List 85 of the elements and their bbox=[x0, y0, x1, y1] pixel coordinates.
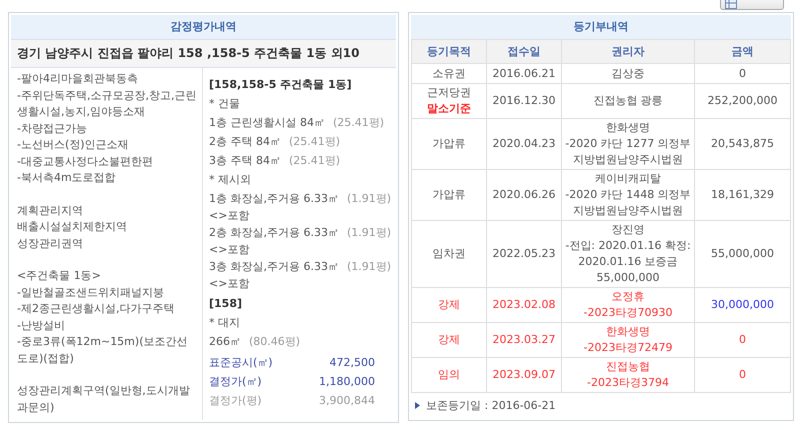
detail-text: * 대지 bbox=[209, 316, 240, 329]
table-cell: 30,000,000 bbox=[694, 288, 790, 322]
pyeong-text: (1.91평) bbox=[346, 260, 392, 273]
description-text: -중로3류(폭12m~15m)(보조간선도로)(접합) bbox=[17, 334, 188, 366]
table-cell: 55,000,000 bbox=[694, 220, 790, 288]
description-text: -노선버스(정)인근소재 bbox=[17, 137, 130, 153]
description-text: 계획관리지역 bbox=[17, 202, 84, 218]
table-cell: 근저당권 말소기준 bbox=[412, 84, 486, 118]
column-header: 접수일 bbox=[486, 40, 562, 64]
table-cell: 한화생명 -2023타경72479 bbox=[562, 322, 694, 358]
detail-text: 2층 화장실,주거용 6.33㎡ bbox=[209, 226, 339, 239]
table-cell: 20,543,875 bbox=[694, 118, 790, 170]
price-value: 3,900,844 bbox=[319, 393, 375, 409]
table-cell: 가압류 bbox=[412, 170, 486, 220]
table-cell: 0 bbox=[694, 322, 790, 358]
description-text: <주건축물 1동> bbox=[17, 268, 102, 284]
panel-header: 등기부내역 bbox=[411, 15, 791, 39]
detail-text: <>포함 bbox=[209, 209, 250, 222]
table-cell: 장진영 -전입: 2020.01.16 확정: 2020.01.16 보증금 55,000,000 bbox=[562, 220, 694, 288]
table-cell: 가압류 bbox=[412, 118, 486, 170]
column-header: 권리자 bbox=[562, 40, 694, 64]
pyeong-text: (25.41평) bbox=[289, 154, 340, 167]
footnote-text: 보존등기일 : 2016-06-21 bbox=[426, 398, 556, 413]
table-cell: 강제 bbox=[412, 288, 486, 322]
table-cell: 2022.05.23 bbox=[486, 220, 562, 288]
description-text: -차량접근가능 bbox=[17, 120, 88, 136]
description-text: 배출시설설치제한지역 bbox=[17, 219, 128, 235]
table-cell: 0 bbox=[694, 358, 790, 392]
table-cell: 진접농협 광릉 bbox=[562, 84, 694, 118]
table-cell: 소유권 bbox=[412, 64, 486, 84]
pyeong-text: (1.91평) bbox=[346, 192, 392, 205]
detail-text: 3층 화장실,주거용 6.33㎡ bbox=[209, 260, 339, 273]
detail-text: * 건물 bbox=[209, 97, 240, 110]
table-cell: 252,200,000 bbox=[694, 84, 790, 118]
detail-text: 1층 근린생활시설 84㎡ bbox=[209, 116, 325, 129]
pyeong-text: (25.41평) bbox=[333, 116, 384, 129]
detail-text: 3층 주택 84㎡ bbox=[209, 154, 281, 167]
description-text: -제2종근린생활시설,다가구주택 bbox=[17, 301, 176, 317]
table-icon bbox=[725, 0, 737, 9]
price-label: 결정가(㎡) bbox=[209, 374, 262, 390]
pyeong-text: (80.46평) bbox=[249, 335, 300, 348]
detail-text: 1층 화장실,주거용 6.33㎡ bbox=[209, 192, 339, 205]
table-cell: 김상중 bbox=[562, 64, 694, 84]
table-cell: 2020.04.23 bbox=[486, 118, 562, 170]
price-label: 결정가(평) bbox=[209, 393, 262, 409]
table-cell: 한화생명 -2020 카단 1277 의정부 지방법원남양주시법원 bbox=[562, 118, 694, 170]
description-text: -북서측4m도로접합 bbox=[17, 170, 117, 186]
description-text: -일반철골조샌드위치패널지붕 bbox=[17, 284, 165, 300]
column-header: 금액 bbox=[694, 40, 790, 64]
table-cell: 0 bbox=[694, 64, 790, 84]
table-cell: 2016.06.21 bbox=[486, 64, 562, 84]
detail-text: <>포함 bbox=[209, 243, 250, 256]
price-value: 1,180,000 bbox=[319, 374, 375, 390]
table-cell: 임의 bbox=[412, 358, 486, 392]
table-cell: 18,161,329 bbox=[694, 170, 790, 220]
bullet-icon bbox=[415, 402, 420, 409]
table-cell: 2023.09.07 bbox=[486, 358, 562, 392]
table-cell: 2023.02.08 bbox=[486, 288, 562, 322]
table-cell: 2016.12.30 bbox=[486, 84, 562, 118]
table-cell: 임차권 bbox=[412, 220, 486, 288]
table-cell: 케이비캐피탈 -2020 카단 1448 의정부 지방법원남양주시법원 bbox=[562, 170, 694, 220]
property-address: 경기 남양주시 진접읍 팔야리 158 ,158-5 주건축물 1동 외10 bbox=[11, 39, 396, 68]
pyeong-text: (25.41평) bbox=[289, 135, 340, 148]
table-cell: 2020.06.26 bbox=[486, 170, 562, 220]
detail-text: <>포함 bbox=[209, 277, 250, 290]
detail-text: 266㎡ bbox=[209, 335, 241, 348]
detail-text: 2층 주택 84㎡ bbox=[209, 135, 281, 148]
detail-text: [158] bbox=[209, 297, 242, 310]
description-text: -주위단독주택,소규모공장,창고,근린생활시설,농지,임야등소재 bbox=[17, 88, 198, 120]
table-cell: 강제 bbox=[412, 322, 486, 358]
table-cell: 진접농협 -2023타경3794 bbox=[562, 358, 694, 392]
description-text: 성장관리권역 bbox=[17, 236, 84, 252]
description-text: 성장관리계획구역(일반형,도시개발과문의) bbox=[17, 383, 191, 416]
detail-text: [158,158-5 주건축물 1동] bbox=[209, 78, 352, 91]
pyeong-text: (1.91평) bbox=[346, 226, 392, 239]
description-text: -대중교통사정다소불편한편 bbox=[17, 154, 154, 170]
description-text: -팔아4리마을회관북동측 bbox=[17, 71, 139, 87]
column-header: 등기목적 bbox=[412, 40, 486, 64]
table-cell: 2023.03.27 bbox=[486, 322, 562, 358]
price-label: 표준공시(㎡) bbox=[209, 355, 273, 371]
table-cell: 오정휴 -2023타경70930 bbox=[562, 288, 694, 322]
panel-header: 감정평가내역 bbox=[11, 15, 396, 39]
detail-text: * 제시외 bbox=[209, 173, 251, 186]
description-text: -난방설비 bbox=[17, 318, 66, 334]
price-value: 472,500 bbox=[330, 355, 375, 371]
